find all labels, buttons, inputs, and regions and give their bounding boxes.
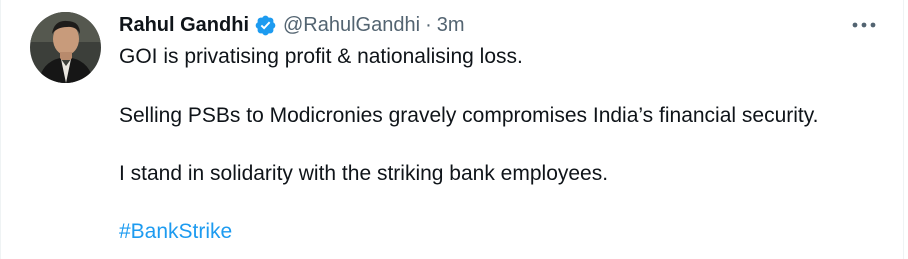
ellipsis-icon <box>852 22 876 28</box>
more-options-button[interactable] <box>847 14 881 36</box>
tweet-header: Rahul Gandhi @RahulGandhi · 3m <box>119 12 465 38</box>
author-handle[interactable]: @RahulGandhi <box>283 14 420 37</box>
tweet-card[interactable]: Rahul Gandhi @RahulGandhi · 3m GOI is pr… <box>0 0 904 259</box>
hashtag-link[interactable]: #BankStrike <box>119 218 232 246</box>
tweet-text-line-3: I stand in solidarity with the striking … <box>119 162 609 185</box>
author-name[interactable]: Rahul Gandhi <box>119 14 249 37</box>
verified-badge-icon <box>254 14 277 37</box>
tweet-text-line-2: Selling PSBs to Modicronies gravely comp… <box>119 104 819 127</box>
avatar[interactable] <box>30 12 101 83</box>
separator-dot: · <box>425 13 432 36</box>
timestamp[interactable]: 3m <box>437 14 465 37</box>
avatar-photo <box>30 12 101 83</box>
tweet-text-line-1: GOI is privatising profit & nationalisin… <box>119 45 523 68</box>
